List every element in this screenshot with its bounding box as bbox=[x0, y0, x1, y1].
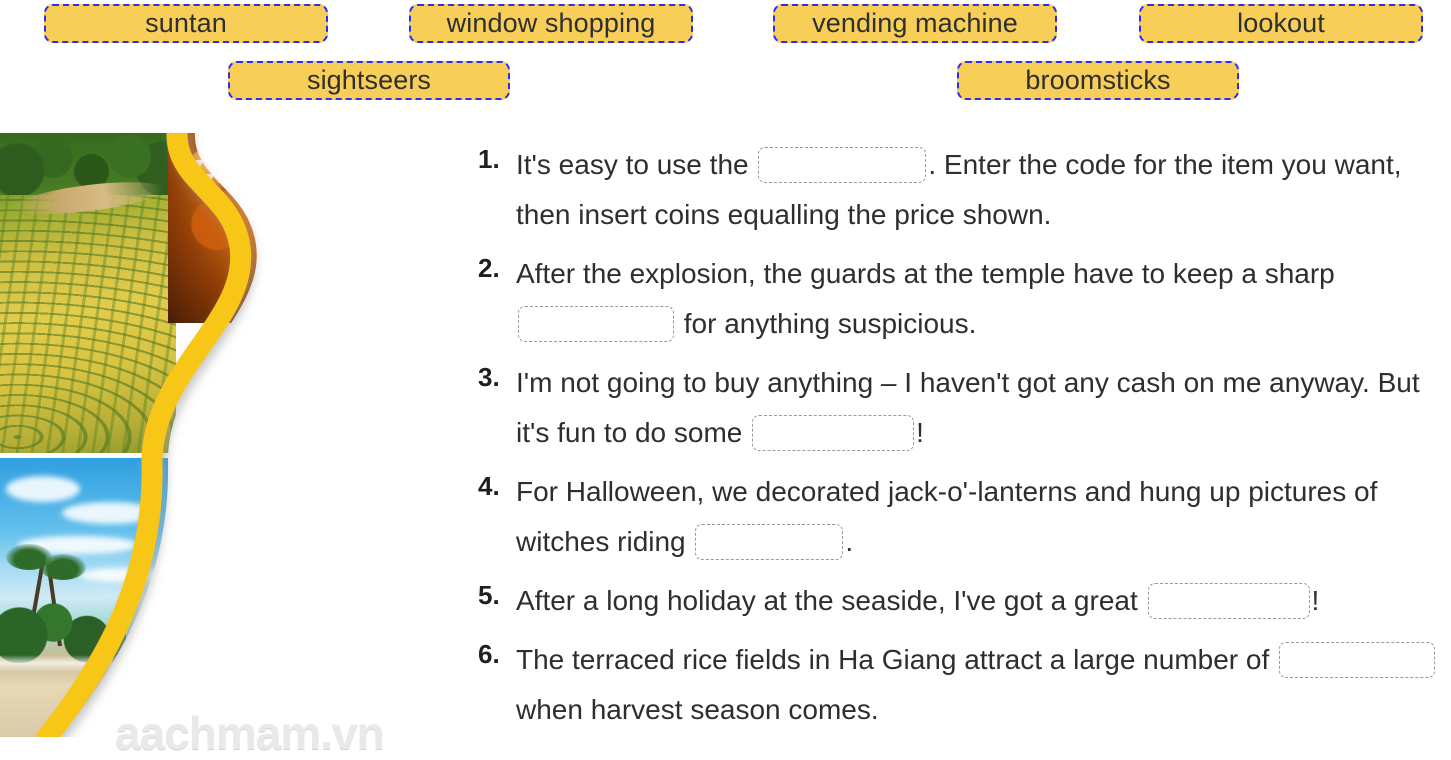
beach-surf-line bbox=[0, 655, 176, 671]
sentence-fragment: After a long holiday at the seaside, I'v… bbox=[516, 585, 1146, 616]
question-text: After a long holiday at the seaside, I'v… bbox=[516, 576, 1451, 626]
question-text: It's easy to use the . Enter the code fo… bbox=[516, 140, 1451, 240]
sentence-fragment: I'm not going to buy anything – I haven'… bbox=[516, 367, 1420, 448]
question-number: 3. bbox=[478, 362, 500, 392]
word-chip-window-shopping[interactable]: window shopping bbox=[409, 4, 693, 43]
question-item: 3. I'm not going to buy anything – I have… bbox=[478, 358, 1451, 458]
question-number: 4. bbox=[478, 471, 500, 501]
word-chip-sightseers[interactable]: sightseers bbox=[228, 61, 510, 100]
question-number: 5. bbox=[478, 580, 500, 610]
question-text: The terraced rice fields in Ha Giang att… bbox=[516, 635, 1451, 735]
beach-foliage bbox=[0, 571, 126, 663]
sentence-fragment: After the explosion, the guards at the t… bbox=[516, 258, 1335, 289]
word-chip-lookout[interactable]: lookout bbox=[1139, 4, 1423, 43]
word-chip-suntan[interactable]: suntan bbox=[44, 4, 328, 43]
photo-tropical-beach bbox=[0, 458, 176, 737]
answer-blank[interactable] bbox=[695, 523, 844, 560]
sentence-fragment: The terraced rice fields in Ha Giang att… bbox=[516, 644, 1278, 675]
question-text: After the explosion, the guards at the t… bbox=[516, 249, 1451, 349]
sentence-fragment: ! bbox=[916, 417, 924, 448]
sentence-fragment: when harvest season comes. bbox=[516, 694, 879, 725]
sentence-fragment: ! bbox=[1311, 585, 1320, 616]
sentence-fragment: . bbox=[845, 526, 854, 557]
image-collage bbox=[0, 133, 440, 737]
question-number: 1. bbox=[478, 144, 500, 174]
answer-blank[interactable] bbox=[1279, 641, 1436, 678]
photo-terraced-rice-fields bbox=[0, 133, 176, 453]
sentence-fragment: For Halloween, we decorated jack-o'-lant… bbox=[516, 476, 1378, 557]
word-bank: suntan window shopping vending machine look… bbox=[0, 0, 1451, 110]
question-number: 2. bbox=[478, 253, 500, 283]
sentence-fragment: for anything suspicious. bbox=[676, 308, 977, 339]
cloud-shape bbox=[62, 502, 158, 524]
jack-o-lantern-icon bbox=[380, 137, 424, 175]
question-text: I'm not going to buy anything – I haven'… bbox=[516, 358, 1451, 458]
sentence-fragment: It's easy to use the bbox=[516, 149, 757, 180]
question-item: 1. It's easy to use the . Enter the code … bbox=[478, 140, 1451, 240]
question-item: 5. After a long holiday at the seaside, I… bbox=[478, 576, 1451, 626]
jack-o-lantern-icon bbox=[186, 147, 240, 193]
cloud-shape bbox=[6, 476, 80, 502]
answer-blank[interactable] bbox=[758, 146, 927, 183]
question-item: 4. For Halloween, we decorated jack-o'-la… bbox=[478, 467, 1451, 567]
photo-halloween-pumpkins bbox=[168, 133, 440, 323]
question-number: 6. bbox=[478, 639, 500, 669]
answer-blank[interactable] bbox=[1147, 582, 1310, 619]
question-item: 6. The terraced rice fields in Ha Giang a… bbox=[478, 635, 1451, 735]
jack-o-lantern-icon bbox=[318, 153, 368, 195]
word-chip-broomsticks[interactable]: broomsticks bbox=[957, 61, 1239, 100]
questions-list: 1. It's easy to use the . Enter the code … bbox=[478, 140, 1451, 744]
answer-blank[interactable] bbox=[518, 305, 674, 342]
answer-blank[interactable] bbox=[752, 414, 915, 451]
jack-o-lantern-icon bbox=[246, 139, 292, 179]
word-chip-vending-machine[interactable]: vending machine bbox=[773, 4, 1057, 43]
question-item: 2. After the explosion, the guards at the… bbox=[478, 249, 1451, 349]
site-watermark: aachmam.vn bbox=[115, 707, 385, 759]
question-text: For Halloween, we decorated jack-o'-lant… bbox=[516, 467, 1451, 567]
